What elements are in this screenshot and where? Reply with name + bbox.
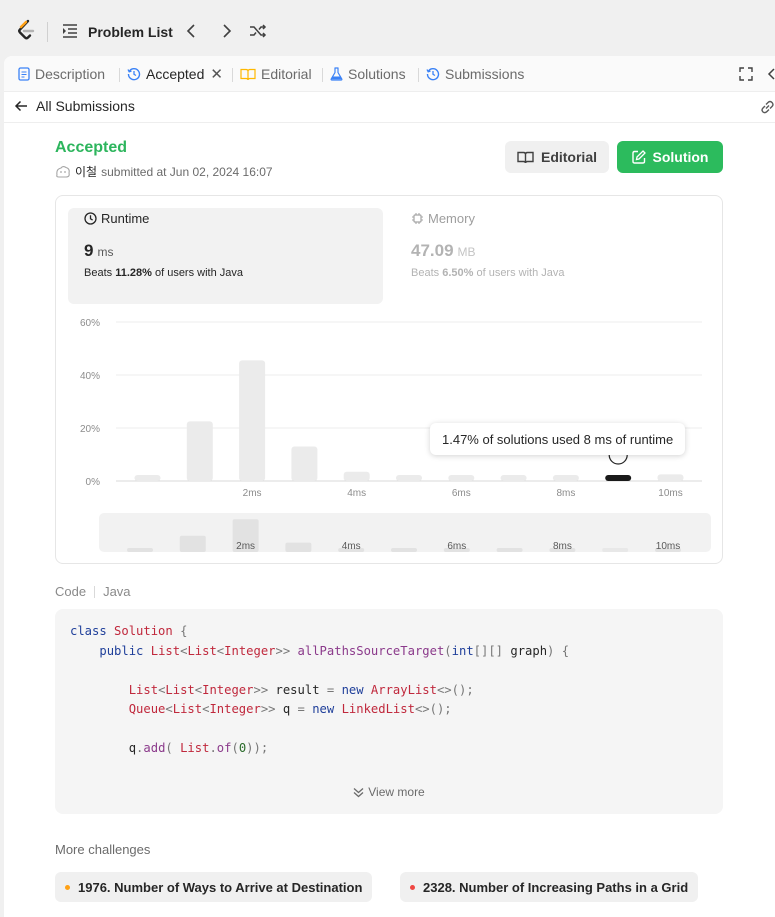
- problem-list-link[interactable]: Problem List: [88, 24, 173, 40]
- code-header: Code Java: [55, 584, 131, 599]
- tab-accepted[interactable]: Accepted ✕: [127, 65, 223, 83]
- challenge-link[interactable]: 2328. Number of Increasing Paths in a Gr…: [400, 872, 699, 902]
- challenge-title: 1976. Number of Ways to Arrive at Destin…: [78, 879, 363, 895]
- editorial-button[interactable]: Editorial: [505, 141, 609, 173]
- chevron-right-icon[interactable]: [217, 22, 235, 40]
- tab-divider: [232, 68, 233, 82]
- x-tick-label: 10ms: [658, 488, 682, 499]
- history-icon: [426, 68, 440, 81]
- chart-bar: [552, 475, 579, 481]
- tab-divider: [322, 68, 323, 82]
- tab-solutions[interactable]: Solutions: [330, 65, 406, 83]
- close-icon[interactable]: ✕: [210, 65, 223, 83]
- navigator-bar: [602, 548, 629, 552]
- x-tick-label: 4ms: [347, 488, 366, 499]
- fullscreen-icon[interactable]: [739, 67, 753, 81]
- code-label: Code: [55, 584, 87, 599]
- navigator-bar: [285, 542, 312, 552]
- view-more-label: View more: [368, 785, 425, 799]
- code-content: class Solution { public List<List<Intege…: [70, 624, 570, 755]
- chart-bar: [343, 471, 370, 481]
- chart-bar: [186, 421, 213, 481]
- y-tick-label: 60%: [80, 318, 100, 329]
- chart-bar: [448, 475, 475, 481]
- history-icon: [127, 68, 141, 81]
- difficulty-dot: [410, 884, 415, 890]
- x-tick-label: 8ms: [556, 488, 575, 499]
- view-more-button[interactable]: View more: [55, 785, 723, 799]
- runtime-distribution-chart: 60% 40% 20% 0% 2ms 4ms 6ms 8ms 10ms 2ms 4ms 6ms 8ms 1…: [80, 318, 711, 552]
- navigator-bar: [127, 548, 153, 552]
- navigator-tick-label: 6ms: [447, 541, 466, 552]
- submission-status: Accepted: [55, 139, 128, 156]
- divider: [47, 22, 48, 42]
- document-icon: [18, 67, 30, 81]
- tab-divider: [119, 68, 120, 82]
- top-bar: Problem List: [0, 0, 775, 56]
- more-challenges-title: More challenges: [55, 842, 151, 857]
- code-language: Java: [103, 584, 131, 599]
- solution-button[interactable]: Solution: [617, 141, 723, 173]
- tab-label: Editorial: [261, 66, 312, 82]
- navigator-bar: [391, 548, 417, 552]
- divider: [4, 122, 775, 123]
- tab-description[interactable]: Description: [18, 65, 105, 83]
- x-tick-label: 2ms: [243, 488, 262, 499]
- tab-divider: [418, 68, 419, 82]
- performance-card: Runtime 9 ms Beats 11.28% of users with J…: [55, 195, 723, 564]
- tab-label: Solutions: [348, 66, 406, 82]
- chart-bar: [239, 360, 266, 481]
- chevron-left-icon[interactable]: [767, 68, 775, 80]
- challenge-title: 2328. Number of Increasing Paths in a Gr…: [423, 879, 689, 895]
- arrow-left-icon: [14, 100, 27, 112]
- tab-label: Accepted: [146, 66, 205, 82]
- tab-editorial[interactable]: Editorial: [240, 65, 312, 83]
- all-submissions-link[interactable]: All Submissions: [14, 98, 135, 114]
- navigator-tick-label: 4ms: [342, 541, 361, 552]
- y-tick-label: 40%: [80, 371, 100, 382]
- submission-meta: 이철 submitted at Jun 02, 2024 16:07: [55, 163, 273, 180]
- difficulty-dot: [65, 884, 70, 890]
- code-block[interactable]: class Solution { public List<List<Intege…: [55, 609, 723, 814]
- navigator-tick-label: 8ms: [553, 541, 572, 552]
- username[interactable]: 이철: [75, 163, 97, 180]
- list-icon[interactable]: [62, 24, 78, 38]
- chevron-left-icon[interactable]: [183, 22, 201, 40]
- y-tick-label: 0%: [86, 477, 101, 488]
- edit-icon: [631, 150, 646, 164]
- chart-bar: [291, 446, 318, 481]
- divider: [94, 585, 96, 598]
- tab-label: Submissions: [445, 66, 525, 82]
- chart-bar: [500, 475, 527, 481]
- x-tick-label: 6ms: [452, 488, 471, 499]
- book-icon: [517, 151, 534, 163]
- editorial-button-label: Editorial: [540, 149, 597, 165]
- chart-bar: [605, 475, 632, 481]
- flask-icon: [330, 67, 343, 81]
- back-label: All Submissions: [36, 98, 135, 114]
- submission-panel: Description Accepted ✕ Editorial Solutio…: [4, 56, 775, 917]
- navigator-tick-label: 2ms: [236, 541, 255, 552]
- y-tick-label: 20%: [80, 424, 100, 435]
- link-icon[interactable]: [760, 100, 775, 114]
- navigator-bar: [179, 535, 206, 552]
- chart-bar: [657, 474, 684, 481]
- chart-bar: [396, 475, 422, 481]
- chart-bar: [134, 475, 161, 481]
- tab-bar: Description Accepted ✕ Editorial Solutio…: [4, 56, 775, 92]
- chart-tooltip: 1.47% of solutions used 8 ms of runtime: [430, 423, 686, 455]
- avatar[interactable]: [55, 165, 71, 179]
- challenge-link[interactable]: 1976. Number of Ways to Arrive at Destin…: [55, 872, 373, 902]
- tab-submissions[interactable]: Submissions: [426, 65, 524, 83]
- double-chevron-down-icon: [353, 787, 364, 797]
- solution-button-label: Solution: [652, 149, 709, 165]
- tab-label: Description: [35, 66, 106, 82]
- leetcode-logo-icon[interactable]: [14, 18, 38, 44]
- navigator-tick-label: 10ms: [656, 541, 680, 552]
- shuffle-icon[interactable]: [249, 22, 267, 40]
- book-icon: [240, 68, 256, 80]
- navigator-bar: [496, 548, 523, 552]
- submitted-at: submitted at Jun 02, 2024 16:07: [101, 164, 273, 179]
